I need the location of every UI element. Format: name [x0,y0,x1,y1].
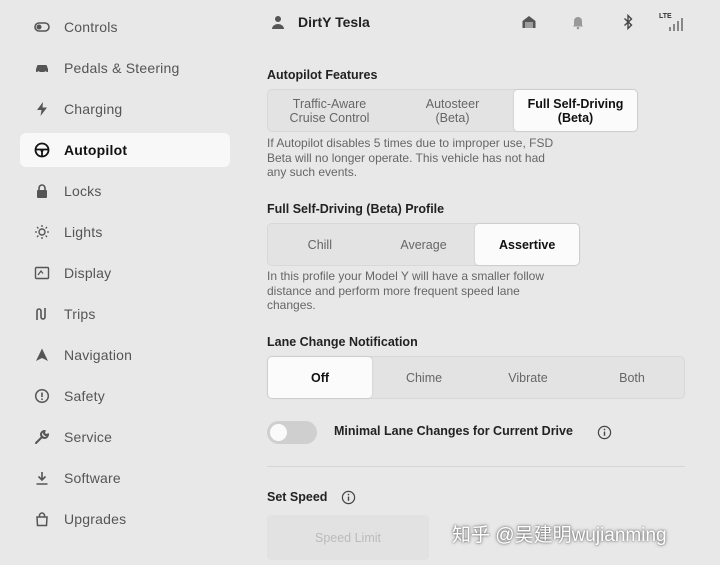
option-full-self-driving[interactable]: Full Self-Driving (Beta) [514,90,637,131]
sidebar-item-navigation[interactable]: Navigation [20,338,230,372]
sidebar-item-label: Charging [64,101,123,117]
car-icon [20,60,64,76]
bell-icon[interactable] [570,14,586,35]
sidebar-item-label: Safety [64,388,105,404]
settings-sidebar: Controls Pedals & Steering Charging Auto… [0,0,242,565]
sidebar-item-label: Navigation [64,347,133,363]
user-icon [272,16,284,29]
sidebar-item-label: Trips [64,306,96,322]
option-chime[interactable]: Chime [372,357,476,398]
toggle-knob [270,424,287,441]
sidebar-item-label: Lights [64,224,103,240]
sidebar-item-label: Pedals & Steering [64,60,180,76]
bolt-icon [20,101,64,117]
option-label: Full Self-Driving (Beta) [527,96,624,125]
info-icon[interactable] [341,490,356,505]
alert-circle-icon [20,388,64,404]
toggle-icon [20,19,64,35]
sidebar-item-label: Software [64,470,121,486]
option-both[interactable]: Both [580,357,684,398]
autopilot-features-description: If Autopilot disables 5 times due to imp… [267,136,554,179]
fsd-profile-selector[interactable]: Chill Average Assertive [267,223,580,266]
garage-icon[interactable] [521,14,537,35]
fsd-profile-title: Full Self-Driving (Beta) Profile [267,202,445,216]
sidebar-item-lights[interactable]: Lights [20,215,230,249]
option-average[interactable]: Average [372,224,476,265]
sidebar-item-controls[interactable]: Controls [20,10,230,44]
bluetooth-icon[interactable] [620,13,636,35]
speed-limit-option[interactable]: Speed Limit [267,515,429,560]
sidebar-item-label: Autopilot [64,142,128,158]
signal-icon [668,16,684,37]
sidebar-item-label: Locks [64,183,102,199]
sidebar-item-label: Upgrades [64,511,127,527]
lane-change-selector[interactable]: Off Chime Vibrate Both [267,356,685,399]
sidebar-item-label: Display [64,265,112,281]
option-assertive[interactable]: Assertive [475,224,580,265]
option-off[interactable]: Off [268,357,372,398]
navigation-arrow-icon [20,347,64,363]
trips-icon [20,306,64,322]
display-icon [20,265,64,281]
sidebar-item-upgrades[interactable]: Upgrades [20,502,230,536]
option-label: Traffic-Aware Cruise Control [289,96,370,125]
sidebar-item-charging[interactable]: Charging [20,92,230,126]
fsd-profile-description: In this profile your Model Y will have a… [267,269,545,312]
autopilot-features-title: Autopilot Features [267,68,378,82]
sidebar-item-display[interactable]: Display [20,256,230,290]
user-name: DirtY Tesla [298,14,370,30]
sidebar-item-pedals-steering[interactable]: Pedals & Steering [20,51,230,85]
minimal-lane-changes-label: Minimal Lane Changes for Current Drive [334,424,573,438]
option-vibrate[interactable]: Vibrate [476,357,580,398]
option-label: Autosteer (Beta) [425,96,480,125]
download-icon [20,470,64,486]
autopilot-features-selector[interactable]: Traffic-Aware Cruise Control Autosteer (… [267,89,638,132]
sidebar-item-locks[interactable]: Locks [20,174,230,208]
bag-icon [20,511,64,527]
sidebar-item-trips[interactable]: Trips [20,297,230,331]
option-autosteer[interactable]: Autosteer (Beta) [391,90,514,131]
option-traffic-aware-cruise-control[interactable]: Traffic-Aware Cruise Control [268,90,391,131]
section-divider [267,466,685,467]
sidebar-item-software[interactable]: Software [20,461,230,495]
set-speed-title: Set Speed [267,490,328,504]
sun-icon [20,224,64,240]
sidebar-item-service[interactable]: Service [20,420,230,454]
minimal-lane-changes-toggle[interactable] [267,421,317,444]
sidebar-item-safety[interactable]: Safety [20,379,230,413]
sidebar-item-autopilot[interactable]: Autopilot [20,133,230,167]
steering-wheel-icon [20,142,64,158]
sidebar-item-label: Controls [64,19,118,35]
info-icon[interactable] [597,425,612,440]
watermark-text: 知乎 @吴建明wujianming [452,525,667,546]
wrench-icon [20,429,64,445]
user-profile[interactable]: DirtY Tesla [270,14,370,30]
option-chill[interactable]: Chill [268,224,372,265]
lock-icon [20,183,64,199]
lane-change-title: Lane Change Notification [267,335,418,349]
sidebar-item-label: Service [64,429,113,445]
